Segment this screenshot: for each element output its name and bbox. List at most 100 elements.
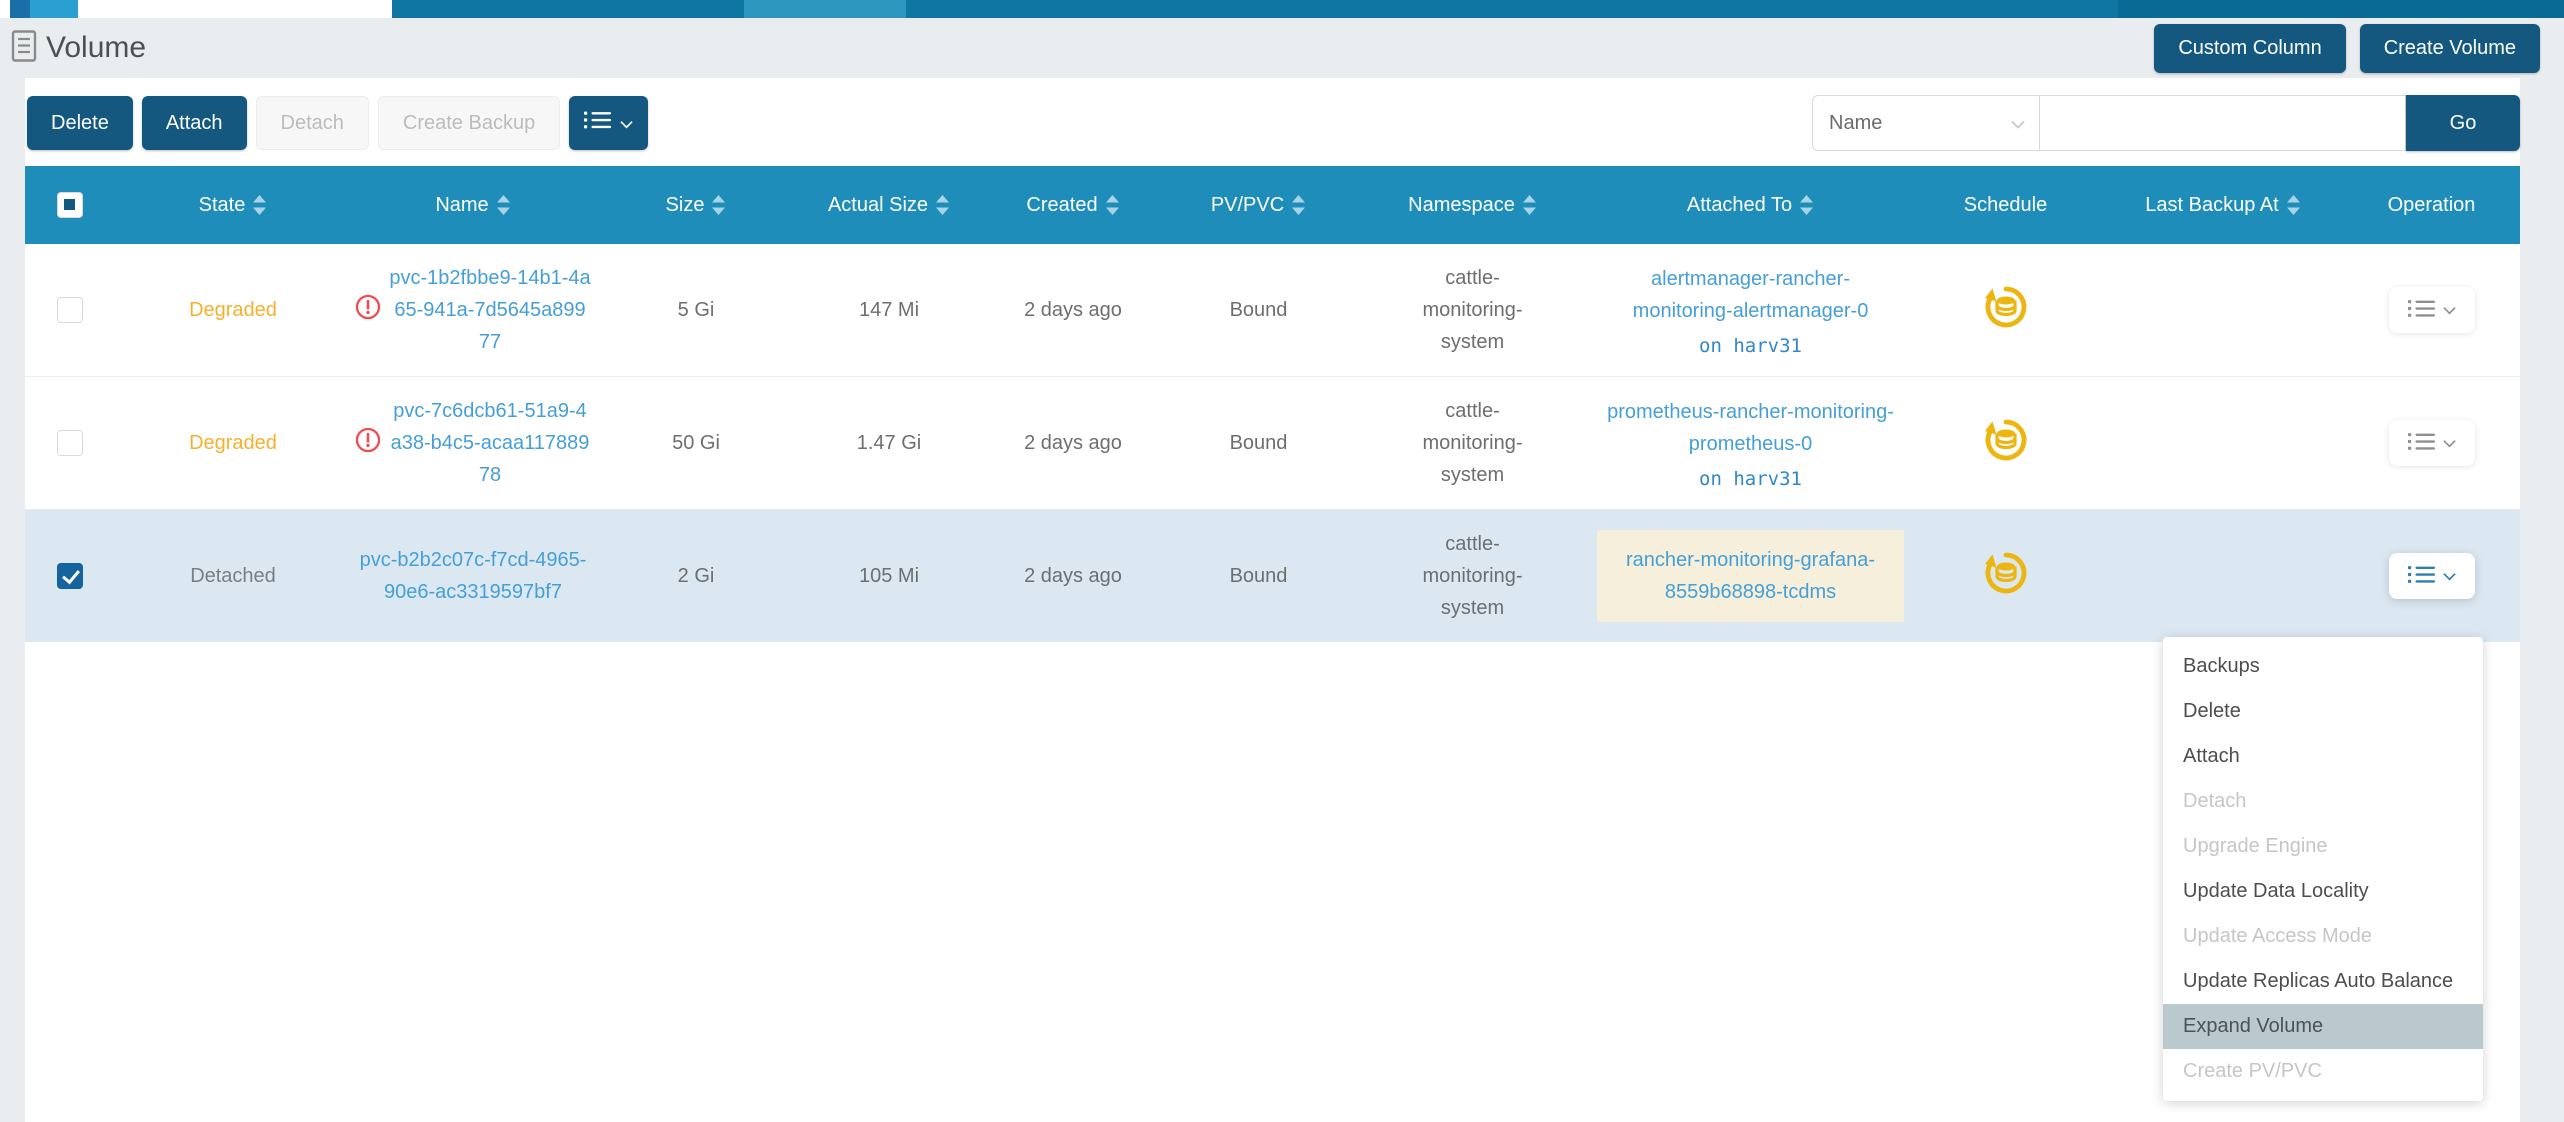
name-cell: pvc-7c6dcb61-51a9-4a38-b4c5-acaa11788978 [351, 377, 595, 509]
column-label: Namespace [1408, 194, 1515, 217]
sort-icon [1291, 194, 1306, 217]
sort-icon [1522, 194, 1537, 217]
create-volume-button[interactable]: Create Volume [2360, 24, 2540, 73]
volume-icon [10, 29, 38, 68]
select-all-checkbox[interactable] [57, 192, 83, 218]
recurring-schedule-icon [1983, 417, 2029, 469]
recurring-schedule-icon [1983, 284, 2029, 336]
menu-item-update-data-locality[interactable]: Update Data Locality [2163, 869, 2483, 914]
menu-item-expand-volume[interactable]: Expand Volume [2163, 1004, 2483, 1049]
row-select-cell [25, 279, 115, 341]
column-label: Name [435, 194, 488, 217]
column-header-actual-size[interactable]: Actual Size [797, 194, 981, 217]
sort-icon [1799, 194, 1814, 217]
menu-item-delete[interactable]: Delete [2163, 689, 2483, 734]
column-header-name[interactable]: Name [351, 194, 595, 217]
column-header-schedule: Schedule [1908, 194, 2103, 217]
column-header-pv-pvc[interactable]: PV/PVC [1165, 194, 1352, 217]
column-header-select [25, 192, 115, 218]
attach-button[interactable]: Attach [142, 96, 247, 150]
page-header: Volume Custom Column Create Volume [0, 18, 2564, 78]
recurring-schedule-icon [1983, 550, 2029, 602]
column-header-created[interactable]: Created [981, 194, 1165, 217]
menu-item-backups[interactable]: Backups [2163, 644, 2483, 689]
row-operation-button[interactable] [2389, 287, 2475, 333]
custom-column-button[interactable]: Custom Column [2154, 24, 2345, 73]
state-cell: Detached [115, 547, 351, 606]
column-label: Size [666, 194, 705, 217]
menu-item-update-access-mode: Update Access Mode [2163, 914, 2483, 959]
column-label: Actual Size [828, 194, 928, 217]
chevron-down-icon [2011, 112, 2025, 135]
created-cell: 2 days ago [981, 281, 1165, 340]
list-icon [2408, 431, 2436, 455]
filter-field-value: Name [1829, 112, 1882, 135]
go-button[interactable]: Go [2406, 95, 2520, 151]
column-header-size[interactable]: Size [595, 194, 797, 217]
column-label: Attached To [1687, 194, 1792, 217]
list-icon [2408, 564, 2436, 588]
attached-workload-link[interactable]: prometheus-rancher-monitoring-prometheus… [1606, 396, 1896, 460]
menu-item-upgrade-engine: Upgrade Engine [2163, 824, 2483, 869]
attached-to-cell: prometheus-rancher-monitoring-prometheus… [1593, 378, 1908, 508]
actual-size-cell: 147 Mi [797, 281, 981, 340]
detach-button: Detach [256, 96, 369, 150]
column-label: Operation [2388, 194, 2476, 217]
pv-pvc-cell: Bound [1165, 547, 1352, 606]
table-row: Detachedpvc-b2b2c07c-f7cd-4965-90e6-ac33… [25, 510, 2520, 642]
row-checkbox[interactable] [57, 563, 83, 589]
last-backup-cell [2103, 425, 2343, 461]
app-header-strip-right [2118, 0, 2564, 18]
volume-name-link[interactable]: pvc-1b2fbbe9-14b1-4a65-941a-7d5645a89977 [389, 262, 591, 358]
search-input[interactable] [2040, 95, 2406, 151]
row-operation-button[interactable] [2389, 420, 2475, 466]
attached-to-cell: alertmanager-rancher-monitoring-alertman… [1593, 245, 1908, 375]
size-cell: 2 Gi [595, 547, 797, 606]
sort-icon [252, 194, 267, 217]
created-cell: 2 days ago [981, 547, 1165, 606]
list-icon [2408, 298, 2436, 322]
column-header-state[interactable]: State [115, 194, 351, 217]
delete-button[interactable]: Delete [27, 96, 133, 150]
row-checkbox[interactable] [57, 297, 83, 323]
app-header-strip-highlight [744, 0, 906, 18]
namespace-cell: cattle-monitoring-system [1352, 510, 1593, 642]
last-backup-cell [2103, 292, 2343, 328]
tab-accent-right [30, 0, 78, 18]
sort-icon [711, 194, 726, 217]
volume-name-link[interactable]: pvc-b2b2c07c-f7cd-4965-90e6-ac3319597bf7 [355, 544, 591, 608]
actual-size-cell: 1.47 Gi [797, 414, 981, 473]
chevron-down-icon [2443, 436, 2456, 451]
attached-workload-link[interactable]: alertmanager-rancher-monitoring-alertman… [1606, 263, 1896, 327]
operation-cell [2343, 269, 2520, 351]
menu-item-attach[interactable]: Attach [2163, 734, 2483, 779]
table-header-row: State Name Size Actual Size CreatedPV/PVC Nam… [25, 166, 2520, 244]
column-label: Last Backup At [2145, 194, 2278, 217]
column-header-operation: Operation [2343, 194, 2520, 217]
chevron-down-icon [620, 112, 633, 135]
bulk-actions-menu-button[interactable] [569, 96, 648, 150]
attached-workload-link[interactable]: rancher-monitoring-grafana-8559b68898-tc… [1613, 544, 1888, 608]
column-header-attached-to[interactable]: Attached To [1593, 194, 1908, 217]
menu-item-update-replicas-auto-balance[interactable]: Update Replicas Auto Balance [2163, 959, 2483, 1004]
warning-icon [355, 427, 381, 459]
toolbar: Delete Attach Detach Create Backup Name … [25, 95, 2520, 151]
row-checkbox[interactable] [57, 430, 83, 456]
attached-node: on harv31 [1699, 468, 1802, 490]
schedule-cell [1908, 532, 2103, 620]
create-backup-button: Create Backup [378, 96, 560, 150]
column-header-namespace[interactable]: Namespace [1352, 194, 1593, 217]
column-label: State [199, 194, 246, 217]
column-header-last-backup-at[interactable]: Last Backup At [2103, 194, 2343, 217]
namespace-cell: cattle-monitoring-system [1352, 244, 1593, 376]
filter-field-select[interactable]: Name [1812, 95, 2040, 151]
chevron-down-icon [2443, 569, 2456, 584]
row-operation-menu: BackupsDeleteAttachDetachUpgrade EngineU… [2163, 637, 2483, 1101]
row-operation-button[interactable] [2389, 553, 2475, 599]
sort-icon [2286, 194, 2301, 217]
menu-item-detach: Detach [2163, 779, 2483, 824]
sort-icon [496, 194, 511, 217]
volume-name-link[interactable]: pvc-7c6dcb61-51a9-4a38-b4c5-acaa11788978 [389, 395, 591, 491]
row-select-cell [25, 412, 115, 474]
state-cell: Degraded [115, 281, 351, 340]
